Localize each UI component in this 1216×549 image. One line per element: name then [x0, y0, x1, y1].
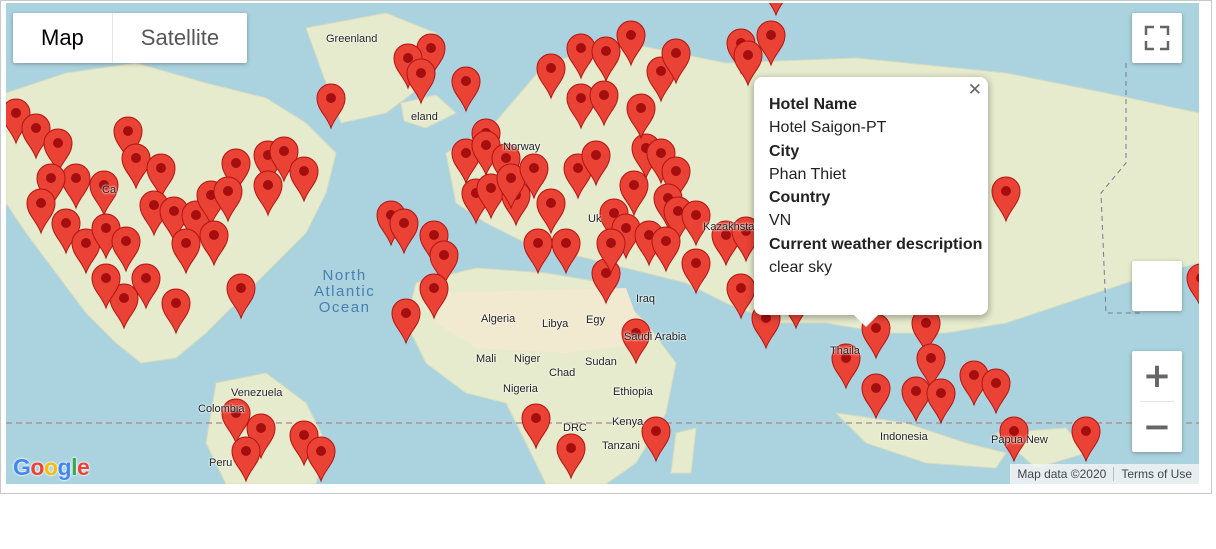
- map-data-text: Map data ©2020: [1017, 467, 1107, 481]
- map-marker-pin-icon[interactable]: [389, 208, 419, 255]
- label-algeria: Algeria: [481, 313, 516, 325]
- label-kenya: Kenya: [612, 416, 644, 428]
- label-mali: Mali: [476, 353, 497, 365]
- map-marker-pin-icon[interactable]: [226, 273, 256, 320]
- label-colombia: Colombia: [198, 403, 245, 415]
- label-canada: Ca: [102, 184, 117, 196]
- label-indonesia: Indonesia: [880, 431, 928, 443]
- label-norway: Norway: [503, 141, 541, 153]
- label-greenland: Greenland: [326, 33, 378, 45]
- label-tanzania: Tanzani: [602, 440, 640, 452]
- label-north-atlantic-ocean: North Atlantic Ocean: [314, 267, 376, 316]
- label-iraq: Iraq: [636, 293, 655, 305]
- map-marker-pin-icon[interactable]: [451, 66, 481, 113]
- map-canvas[interactable]: Greenland Norway Kazakhstan North Atlant…: [6, 3, 1199, 484]
- field-value-city: Phan Thiet: [769, 165, 847, 183]
- street-view-pegman-button[interactable]: [1132, 261, 1182, 311]
- field-label-city: City: [769, 142, 800, 160]
- zoom-control: + −: [1132, 351, 1182, 452]
- map-marker-pin-icon[interactable]: [523, 228, 553, 275]
- label-papua-new-guinea: Papua New: [991, 434, 1048, 446]
- label-thailand: Thaila: [830, 345, 860, 357]
- label-kazakhstan: Kazakhstan: [703, 221, 761, 233]
- field-label-weather: Current weather description: [769, 235, 983, 253]
- field-value-country: VN: [769, 212, 792, 230]
- map-type-control: Map Satellite: [13, 13, 248, 63]
- label-nigeria: Nigeria: [503, 383, 538, 395]
- map-marker-pin-icon[interactable]: [926, 378, 956, 425]
- label-ethiopia: Ethiopia: [613, 386, 653, 398]
- label-libya: Libya: [542, 318, 569, 330]
- info-window-content: Hotel Name Hotel Saigon-PT City Phan Thi…: [769, 93, 982, 279]
- map-marker-pin-icon[interactable]: [1186, 263, 1199, 308]
- zoom-out-button[interactable]: −: [1132, 402, 1182, 452]
- label-venezuela: Venezuela: [231, 387, 283, 399]
- map-marker-pin-icon[interactable]: [551, 228, 581, 275]
- field-label-hotel-name: Hotel Name: [769, 96, 858, 113]
- label-chad: Chad: [549, 367, 576, 379]
- map-marker-pin-icon[interactable]: [981, 368, 1011, 415]
- field-value-hotel-name: Hotel Saigon-PT: [769, 119, 887, 137]
- info-window: ✕ Hotel Name Hotel Saigon-PT City Phan T…: [754, 77, 988, 327]
- map-frame: Greenland Norway Kazakhstan North Atlant…: [0, 0, 1212, 494]
- label-uk: Uk: [588, 213, 602, 225]
- fullscreen-button[interactable]: [1132, 13, 1182, 63]
- label-niger: Niger: [514, 353, 541, 365]
- label-egypt: Egy: [586, 314, 605, 326]
- field-label-country: Country: [769, 189, 831, 207]
- map-marker-pin-icon[interactable]: [762, 3, 790, 17]
- label-ireland: eland: [411, 111, 438, 123]
- map-type-satellite-button[interactable]: Satellite: [113, 13, 247, 63]
- map-marker-pin-icon[interactable]: [901, 376, 931, 423]
- attribution-bar: Map data ©2020 Terms of Use: [1010, 464, 1199, 484]
- label-sudan: Sudan: [585, 356, 617, 368]
- map-marker-pin-icon[interactable]: [861, 373, 891, 420]
- label-saudi-arabia: Saudi Arabia: [624, 331, 687, 343]
- label-peru: Peru: [209, 457, 233, 469]
- map-marker-pin-icon[interactable]: [641, 416, 671, 463]
- fullscreen-icon: [1144, 25, 1170, 51]
- terms-of-use-link[interactable]: Terms of Use: [1114, 467, 1199, 481]
- google-logo: Google: [13, 454, 90, 480]
- zoom-in-button[interactable]: +: [1132, 351, 1182, 401]
- map-type-map-button[interactable]: Map: [13, 13, 112, 63]
- map-base: [6, 3, 1199, 484]
- label-drc: DRC: [563, 422, 587, 434]
- field-value-weather: clear sky: [769, 259, 833, 277]
